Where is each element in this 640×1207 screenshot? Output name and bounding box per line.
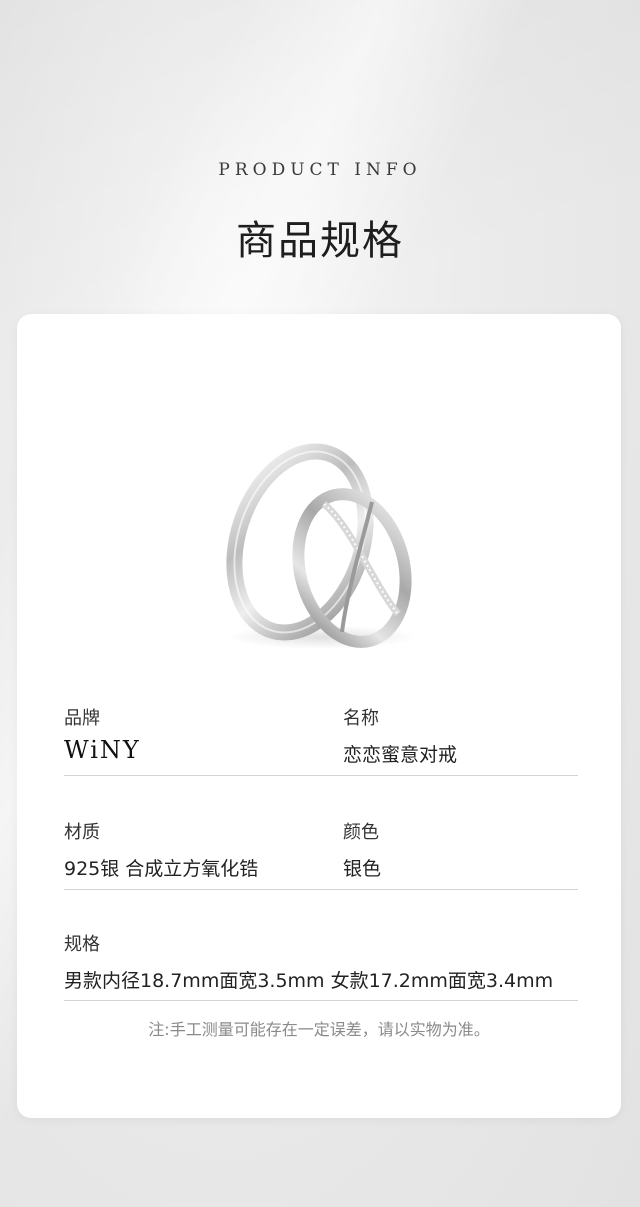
spec-card: 品牌 WiNY 名称 恋恋蜜意对戒 材质 925银 合成立方氧化锆 颜色 银色 … — [17, 314, 621, 1118]
size-label: 规格 — [64, 934, 100, 955]
name-field: 名称 恋恋蜜意对戒 — [343, 704, 457, 767]
name-value: 恋恋蜜意对戒 — [343, 744, 458, 766]
material-field: 材质 925银 合成立方氧化锆 — [64, 818, 258, 881]
size-value: 男款内径18.7mm面宽3.5mm 女款17.2mm面宽3.4mm — [64, 970, 554, 992]
ring-pair-image — [226, 443, 417, 649]
brand-label: 品牌 — [64, 708, 100, 729]
material-label: 材质 — [64, 822, 100, 843]
header-title-cn: 商品规格 — [236, 218, 404, 264]
name-label: 名称 — [343, 708, 379, 729]
color-field: 颜色 银色 — [343, 818, 381, 881]
header-title-en: PRODUCT INFO — [218, 160, 422, 180]
brand-logo-text: WiNY — [64, 736, 141, 764]
color-value: 银色 — [343, 858, 382, 880]
brand-field: 品牌 WiNY — [64, 704, 141, 764]
divider-1 — [64, 775, 578, 776]
size-field: 规格 男款内径18.7mm面宽3.5mm 女款17.2mm面宽3.4mm — [64, 930, 553, 993]
measurement-note: 注:手工测量可能存在一定误差，请以实物为准。 — [148, 1020, 490, 1039]
material-value: 925银 合成立方氧化锆 — [64, 858, 259, 880]
color-label: 颜色 — [343, 822, 379, 843]
divider-3 — [64, 1000, 578, 1001]
divider-2 — [64, 889, 578, 890]
